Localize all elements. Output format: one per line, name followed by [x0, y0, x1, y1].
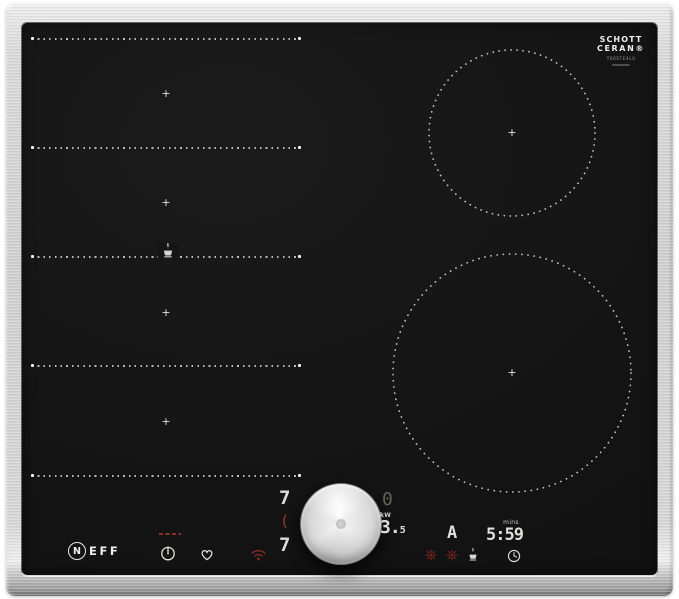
neff-logo-letters: EFF	[89, 544, 120, 558]
timer-auto-indicator: A	[447, 523, 456, 543]
wifi-icon[interactable]	[250, 548, 267, 562]
product-photo: + + + + + + SCHOTT	[0, 0, 679, 599]
stainless-steel-frame: + + + + + + SCHOTT	[6, 3, 673, 596]
model-print-underline	[612, 64, 630, 66]
schott-logo-line1: SCHOTT	[592, 35, 650, 44]
zone-bridge-symbol: (	[280, 512, 288, 530]
flex-zone-line	[32, 475, 300, 477]
zone-center-marker: +	[160, 416, 172, 427]
pan-steam-icon	[158, 242, 178, 258]
schott-ceran-logo: SCHOTT CERAN® T66STE4L0	[592, 35, 650, 66]
zone-center-marker: +	[160, 197, 172, 208]
frying-sensor-icon[interactable]	[425, 549, 437, 561]
heart-icon[interactable]	[200, 548, 214, 561]
neff-logo: N EFF	[68, 542, 120, 560]
clock-icon[interactable]	[507, 549, 521, 563]
twistpad-knob[interactable]	[300, 483, 382, 565]
zone-center-marker: +	[506, 127, 518, 138]
schott-logo-line2: CERAN®	[592, 44, 650, 53]
power-value-main: 3.	[380, 517, 400, 538]
left-rear-level-display: 7	[279, 487, 289, 509]
flex-zone-line	[32, 38, 300, 40]
ceramic-glass-surface: + + + + + + SCHOTT	[22, 23, 657, 575]
zone-center-marker: +	[160, 88, 172, 99]
power-value-sub: 5	[400, 525, 405, 536]
flex-zone-line	[32, 147, 300, 149]
frying-sensor-icon[interactable]	[446, 549, 458, 561]
power-standby-icon[interactable]	[160, 545, 176, 561]
zone-center-marker: +	[160, 307, 172, 318]
flex-zone-line	[32, 365, 300, 367]
neff-logo-circle: N	[68, 542, 86, 560]
main-switch-indicator	[159, 533, 181, 535]
model-print: T66STE4L0	[592, 57, 650, 62]
power-value: 3.5	[380, 519, 405, 540]
power-display: kW 3.5	[380, 513, 405, 540]
right-rear-level-display: 0	[382, 489, 392, 510]
zone-center-marker: +	[506, 367, 518, 378]
pan-steam-icon[interactable]	[466, 547, 480, 561]
left-front-level-display: 7	[279, 534, 289, 556]
neff-logo-initial: N	[73, 546, 81, 557]
timer-value-display: 5:59	[486, 525, 523, 545]
